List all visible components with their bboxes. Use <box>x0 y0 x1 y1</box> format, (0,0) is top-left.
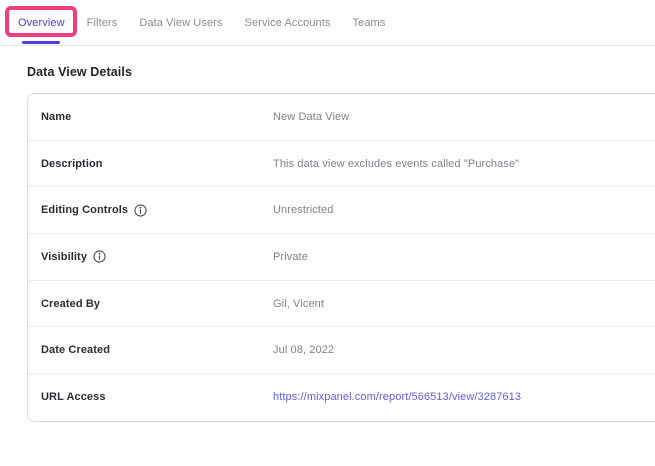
detail-value: Gil, Vicent <box>273 298 324 310</box>
detail-value: Private <box>273 251 308 263</box>
detail-value: This data view excludes events called "P… <box>273 158 519 170</box>
info-icon[interactable] <box>93 250 106 263</box>
detail-label: URL Access <box>41 391 106 403</box>
detail-row-name: Name New Data View <box>28 94 655 141</box>
info-icon[interactable] <box>134 204 147 217</box>
detail-label: Description <box>41 158 103 170</box>
detail-label-cell: Created By <box>41 298 273 310</box>
detail-label: Date Created <box>41 344 110 356</box>
detail-label-cell: URL Access <box>41 391 273 403</box>
detail-value: Unrestricted <box>273 204 334 216</box>
tab-data-view-users-label: Data View Users <box>139 17 222 29</box>
tab-data-view-users[interactable]: Data View Users <box>139 0 222 45</box>
details-card: Name New Data View Description This data… <box>27 93 655 422</box>
detail-row-date-created: Date Created Jul 08, 2022 <box>28 327 655 374</box>
tab-service-accounts[interactable]: Service Accounts <box>245 0 331 45</box>
detail-row-url-access: URL Access https://mixpanel.com/report/5… <box>28 374 655 421</box>
detail-row-created-by: Created By Gil, Vicent <box>28 281 655 328</box>
detail-label-cell: Date Created <box>41 344 273 356</box>
detail-row-description: Description This data view excludes even… <box>28 141 655 188</box>
active-tab-indicator <box>22 41 60 44</box>
detail-label-cell: Visibility <box>41 250 273 263</box>
detail-row-editing-controls: Editing Controls Unrestricted <box>28 187 655 234</box>
section-title: Data View Details <box>27 65 655 79</box>
tabs-bar: Overview Filters Data View Users Service… <box>0 0 655 46</box>
tab-filters[interactable]: Filters <box>87 0 118 45</box>
detail-row-visibility: Visibility Private <box>28 234 655 281</box>
detail-value: Jul 08, 2022 <box>273 344 334 356</box>
url-access-link[interactable]: https://mixpanel.com/report/566513/view/… <box>273 391 521 403</box>
detail-value: New Data View <box>273 111 349 123</box>
tab-overview-label: Overview <box>18 17 65 29</box>
detail-label: Visibility <box>41 251 87 263</box>
detail-label-cell: Editing Controls <box>41 204 273 217</box>
tab-teams-label: Teams <box>353 17 386 29</box>
tab-overview[interactable]: Overview <box>18 0 65 45</box>
detail-label-cell: Name <box>41 111 273 123</box>
tab-filters-label: Filters <box>87 17 118 29</box>
detail-label: Created By <box>41 298 100 310</box>
tab-teams[interactable]: Teams <box>353 0 386 45</box>
tab-service-accounts-label: Service Accounts <box>245 17 331 29</box>
overview-panel: Data View Details Name New Data View Des… <box>0 46 655 422</box>
detail-label-cell: Description <box>41 158 273 170</box>
detail-label: Editing Controls <box>41 204 128 216</box>
detail-label: Name <box>41 111 71 123</box>
